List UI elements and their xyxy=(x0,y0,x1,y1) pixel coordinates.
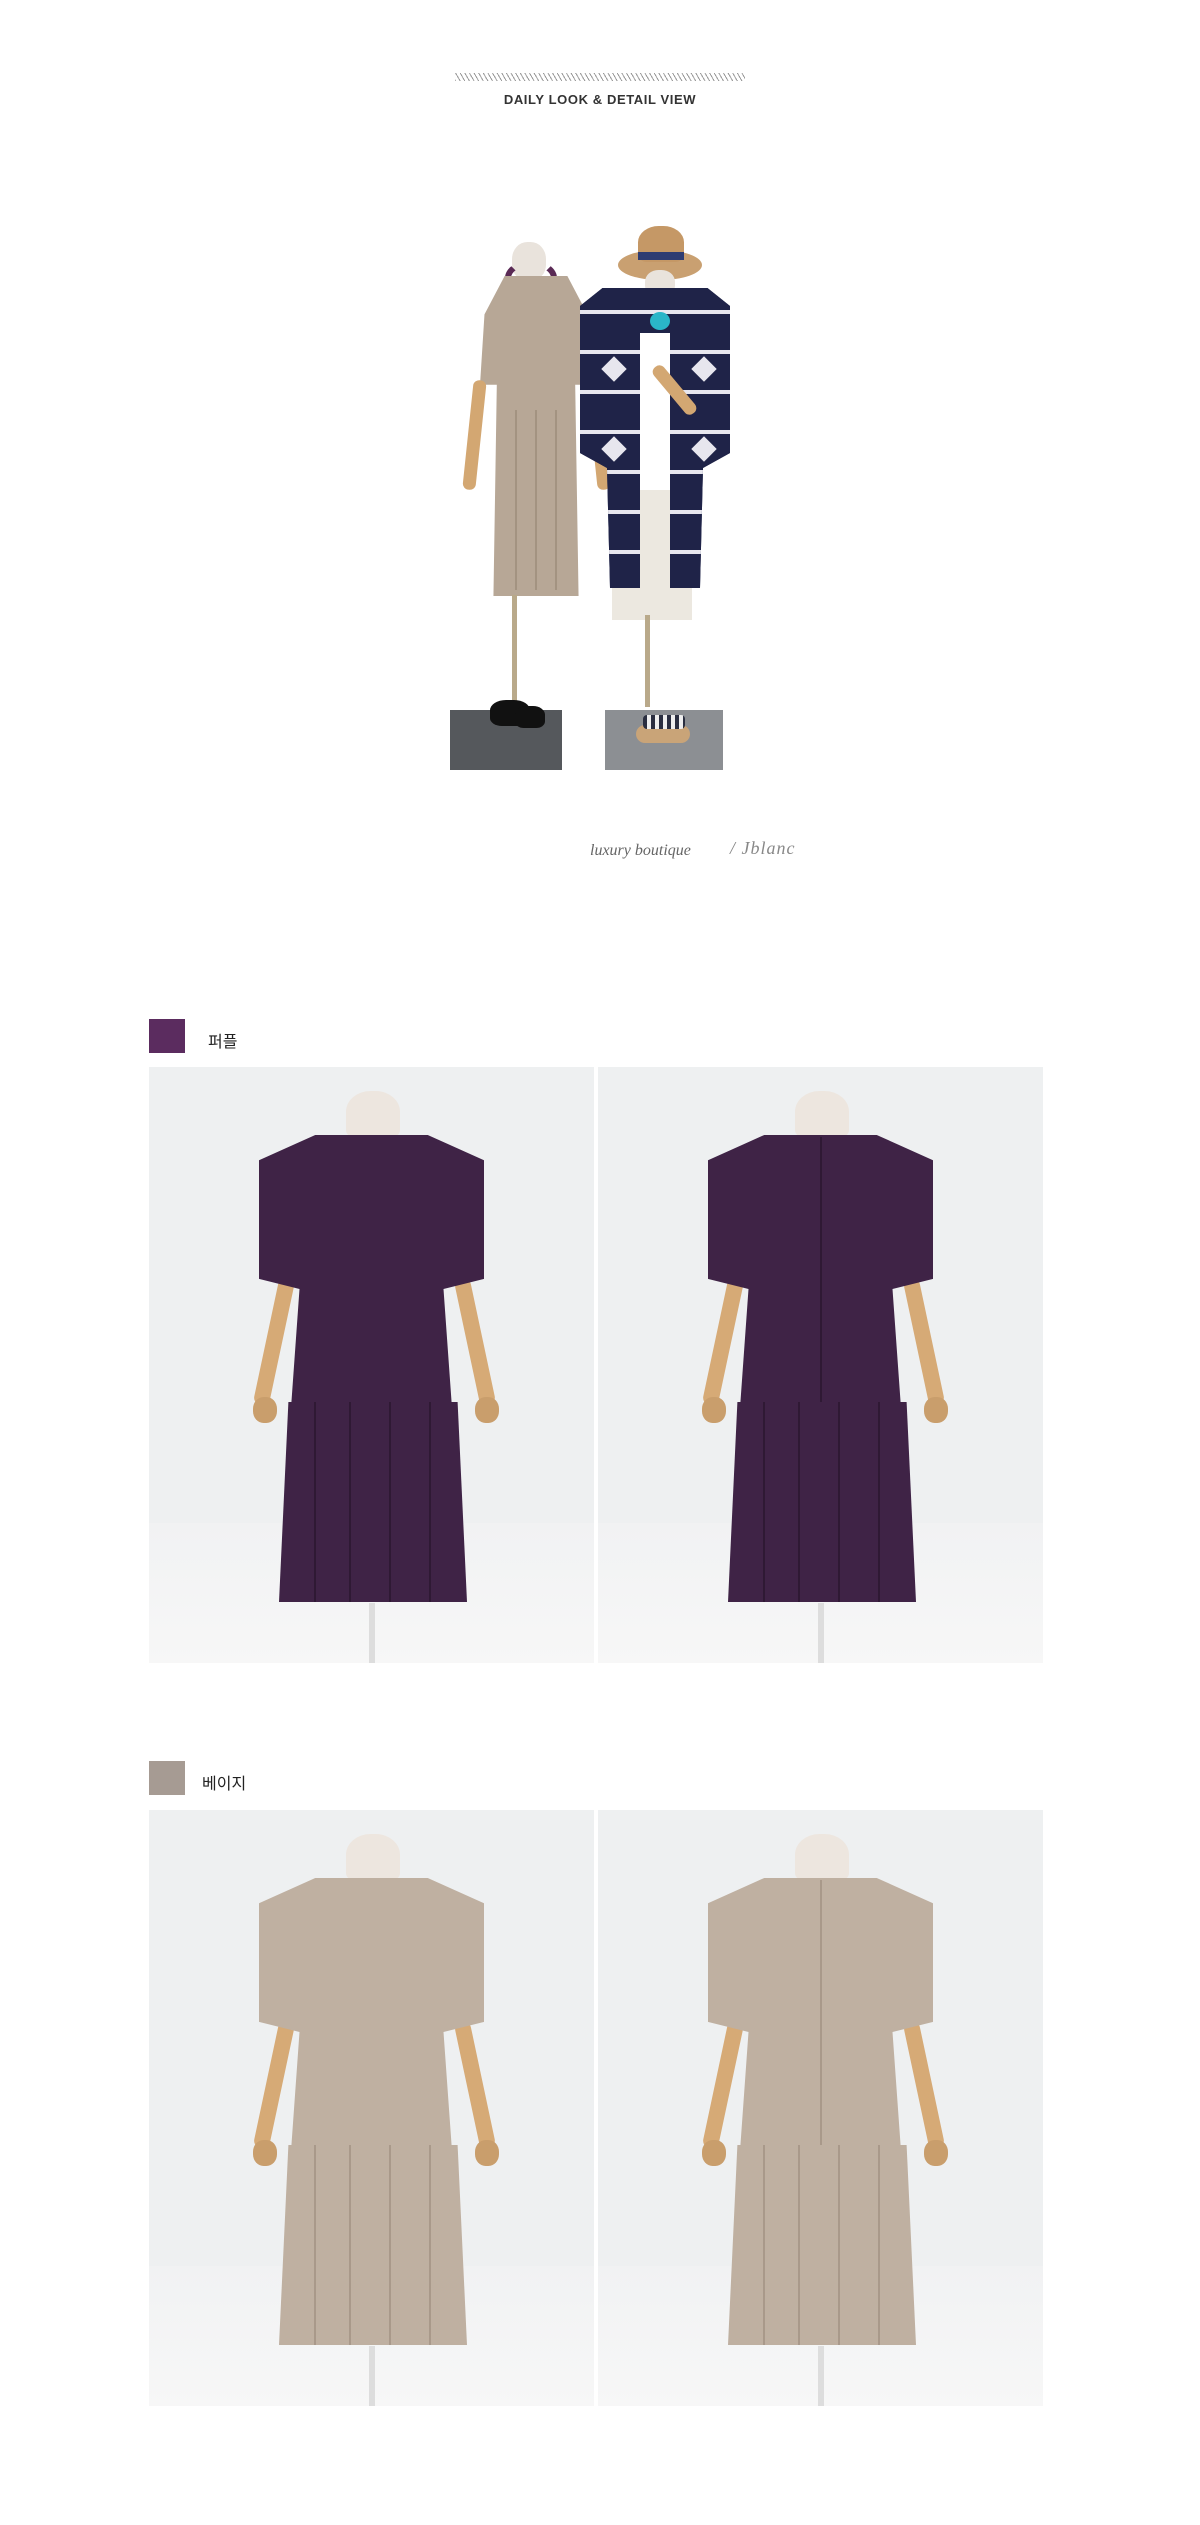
mannequin-head xyxy=(346,1834,400,1880)
mannequin-arm xyxy=(701,2019,745,2151)
purple-dress-back-photo xyxy=(598,1067,1043,1663)
mannequin-hand xyxy=(253,2140,277,2166)
mannequin-stand xyxy=(369,2346,375,2406)
mannequin-arm xyxy=(252,1276,296,1408)
color-swatch-purple xyxy=(149,1019,185,1053)
color-label-beige: 베이지 xyxy=(202,1774,247,1793)
mannequin-hand xyxy=(924,1397,948,1423)
pleat-line xyxy=(515,410,517,590)
mannequin-stand xyxy=(818,1603,824,1663)
pleat-line xyxy=(349,2145,351,2345)
mannequin-stand xyxy=(512,595,517,705)
mannequin-arm xyxy=(453,2019,497,2151)
title-decoration-hatch xyxy=(455,73,745,81)
pleat-line xyxy=(349,1402,351,1602)
beige-dress-front-photo xyxy=(149,1810,594,2406)
mannequin-arm xyxy=(252,2019,296,2151)
mannequin-stand xyxy=(369,1603,375,1663)
brand-signature: / Jblanc xyxy=(730,838,796,858)
pleat-line xyxy=(878,2145,880,2345)
mannequin-hand xyxy=(253,1397,277,1423)
pleat-line xyxy=(763,1402,765,1602)
mannequin-arm xyxy=(902,2019,946,2151)
pleat-line xyxy=(763,2145,765,2345)
dress-skirt xyxy=(279,1402,467,1602)
dress-bodice xyxy=(259,1878,484,2158)
pleat-line xyxy=(429,1402,431,1602)
color-swatch-beige xyxy=(149,1761,185,1795)
mannequin-arm xyxy=(453,1276,497,1408)
section-title: DAILY LOOK & DETAIL VIEW xyxy=(503,92,697,107)
black-heels xyxy=(515,706,545,728)
mannequin-hand xyxy=(475,1397,499,1423)
pleat-line xyxy=(389,1402,391,1602)
turquoise-pendant xyxy=(650,312,670,330)
pleat-line xyxy=(314,2145,316,2345)
mannequin-head xyxy=(795,1091,849,1137)
hat-band xyxy=(638,252,684,260)
color-label-purple: 퍼플 xyxy=(208,1032,238,1051)
mannequin-hand xyxy=(924,2140,948,2166)
back-zipper-seam xyxy=(820,1137,822,1407)
pleat-line xyxy=(838,2145,840,2345)
pleat-line xyxy=(878,1402,880,1602)
pleat-line xyxy=(535,410,537,590)
pleat-line xyxy=(798,2145,800,2345)
pleat-line xyxy=(798,1402,800,1602)
beige-dress-back-photo xyxy=(598,1810,1043,2406)
sandal-strap xyxy=(643,715,685,729)
pleat-line xyxy=(555,410,557,590)
pleat-line xyxy=(429,2145,431,2345)
mannequin-stand xyxy=(818,2346,824,2406)
pleat-line xyxy=(314,1402,316,1602)
mannequin-arm xyxy=(462,379,487,491)
mannequin-arm xyxy=(701,1276,745,1408)
mannequin-arm xyxy=(902,1276,946,1408)
brand-tagline: luxury boutique xyxy=(590,842,691,859)
pleat-line xyxy=(389,2145,391,2345)
dress-skirt xyxy=(728,2145,916,2345)
purple-dress-front-photo xyxy=(149,1067,594,1663)
mannequin-stand xyxy=(645,615,650,707)
dress-bodice xyxy=(259,1135,484,1415)
mannequin-head xyxy=(346,1091,400,1137)
dress-skirt xyxy=(728,1402,916,1602)
daily-look-image xyxy=(440,210,760,790)
mannequin-hand xyxy=(702,2140,726,2166)
back-zipper-seam xyxy=(820,1880,822,2150)
pleat-line xyxy=(838,1402,840,1602)
mannequin-hand xyxy=(475,2140,499,2166)
dress-skirt xyxy=(279,2145,467,2345)
mannequin-head xyxy=(795,1834,849,1880)
mannequin-hand xyxy=(702,1397,726,1423)
